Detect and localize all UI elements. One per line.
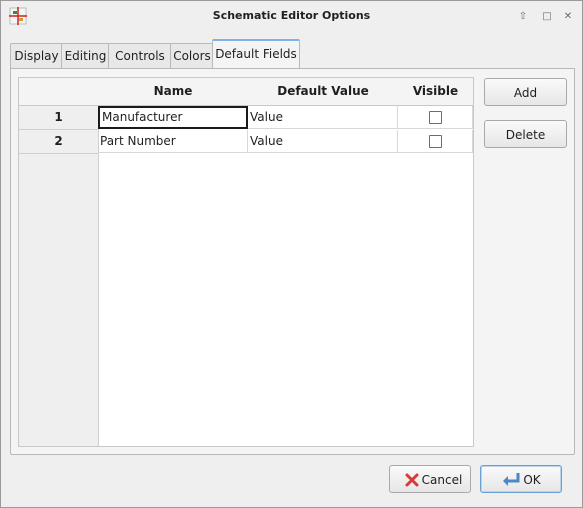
tab-controls[interactable]: Controls <box>108 43 172 69</box>
cancel-icon <box>405 473 419 487</box>
row-number[interactable]: 1 <box>19 106 99 130</box>
add-button[interactable]: Add <box>484 78 567 106</box>
tab-display[interactable]: Display <box>10 43 63 69</box>
column-header-visible[interactable]: Visible <box>398 78 473 106</box>
visible-checkbox[interactable] <box>429 135 442 148</box>
field-name-cell[interactable]: Part Number <box>98 130 248 153</box>
cancel-button[interactable]: Cancel <box>389 465 471 493</box>
tab-editing[interactable]: Editing <box>61 43 110 69</box>
default-value-cell[interactable]: Value <box>248 130 398 153</box>
default-value-cell[interactable]: Value <box>248 106 398 129</box>
column-header-name[interactable]: Name <box>98 78 249 106</box>
visible-checkbox[interactable] <box>429 111 442 124</box>
window-title: Schematic Editor Options <box>212 9 371 22</box>
table-row: 1 Manufacturer Value <box>19 106 473 130</box>
enter-icon <box>503 473 520 486</box>
add-button-label: Add <box>513 86 538 100</box>
close-icon[interactable]: ✕ <box>561 10 575 24</box>
ok-button[interactable]: OK <box>480 465 562 493</box>
fields-grid[interactable]: Name Default Value Visible 1 Manufacture… <box>18 77 474 447</box>
row-number[interactable]: 2 <box>19 130 99 154</box>
dialog-window: Schematic Editor Options ⇧ □ ✕ Display E… <box>0 0 583 508</box>
delete-button[interactable]: Delete <box>484 120 567 148</box>
column-header-default-value[interactable]: Default Value <box>248 78 399 106</box>
tab-default-fields[interactable]: Default Fields <box>212 39 300 71</box>
minimize-icon[interactable]: ⇧ <box>516 10 530 24</box>
delete-button-label: Delete <box>505 128 546 142</box>
corner-header <box>19 78 99 106</box>
visible-cell <box>398 130 473 153</box>
visible-cell <box>398 106 473 129</box>
title-bar[interactable]: Schematic Editor Options ⇧ □ ✕ <box>1 1 582 31</box>
table-row: 2 Part Number Value <box>19 130 473 154</box>
field-name-cell[interactable]: Manufacturer <box>98 106 248 129</box>
maximize-icon[interactable]: □ <box>540 10 554 24</box>
tab-colors[interactable]: Colors <box>170 43 214 69</box>
